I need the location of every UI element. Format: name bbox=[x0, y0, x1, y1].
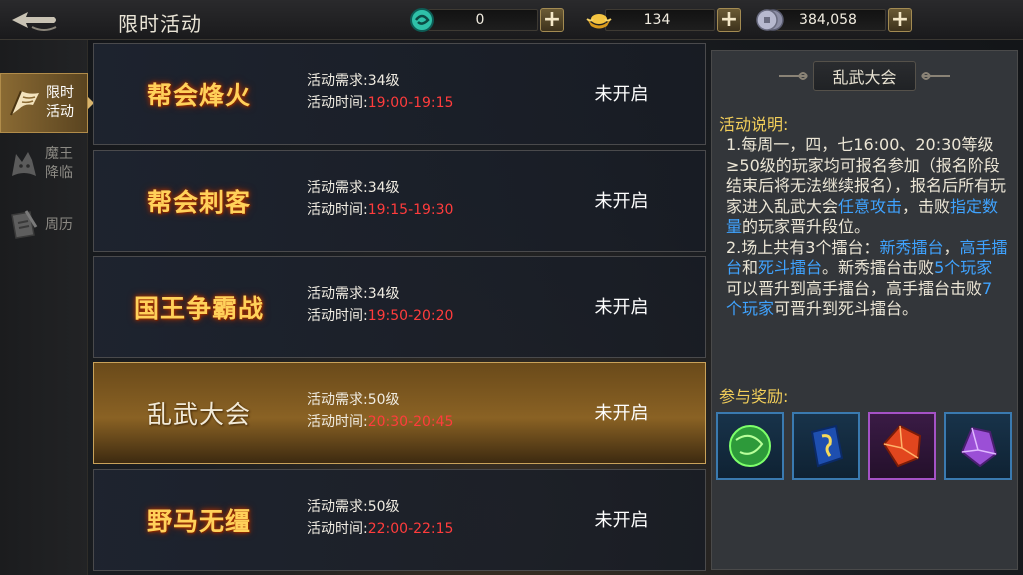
reward-slot[interactable] bbox=[716, 412, 784, 480]
jade-icon bbox=[410, 8, 434, 32]
sidebar-item-limited-events[interactable]: 限时活动 bbox=[0, 73, 94, 133]
sidebar-item-label: 限时活动 bbox=[46, 85, 74, 120]
event-row[interactable]: 帮会刺客 活动需求:34级 活动时间:19:15-19:30 未开启 bbox=[93, 150, 706, 252]
rewards-label: 参与奖励: bbox=[719, 387, 789, 406]
event-description: 1.每周一，四，七16:00、20:30等级≥50级的玩家均可报名参加（报名阶段… bbox=[726, 135, 1008, 320]
event-status: 未开启 bbox=[594, 510, 649, 531]
green-orb-icon bbox=[729, 425, 771, 467]
red-crystal-icon bbox=[882, 424, 922, 468]
add-gold-button[interactable]: + bbox=[717, 8, 741, 32]
event-row-selected[interactable]: 乱武大会 活动需求:50级 活动时间:20:30-20:45 未开启 bbox=[93, 362, 706, 464]
reward-slot[interactable] bbox=[944, 412, 1012, 480]
reward-slot[interactable] bbox=[792, 412, 860, 480]
reward-slot[interactable] bbox=[868, 412, 936, 480]
event-name: 野马无缰 bbox=[146, 507, 251, 536]
event-row[interactable]: 国王争霸战 活动需求:34级 活动时间:19:50-20:20 未开启 bbox=[93, 256, 706, 358]
event-time-label: 活动时间: bbox=[307, 521, 368, 537]
desc-highlight: 5个玩家 bbox=[934, 258, 993, 277]
sidebar-item-demon-king[interactable]: 魔王降临 bbox=[0, 134, 88, 194]
event-row[interactable]: 野马无缰 活动需求:50级 活动时间:22:00-22:15 未开启 bbox=[93, 469, 706, 571]
event-time-label: 活动时间: bbox=[307, 308, 368, 324]
description-paragraph-2: 2.场上共有3个擂台：新秀擂台，高手擂台和死斗擂台。新秀擂台击败5个玩家可以晋升… bbox=[726, 238, 1008, 320]
jade-value: 0 bbox=[428, 9, 538, 31]
gold-ingot-icon bbox=[586, 14, 612, 29]
sidebar-item-label: 魔王降临 bbox=[45, 146, 73, 181]
event-requirement: 活动需求:50级 bbox=[307, 392, 400, 408]
currency-gold: 134 + bbox=[585, 7, 741, 33]
detail-header: 乱武大会 bbox=[712, 61, 1017, 91]
desc-text: 可晋升到死斗擂台。 bbox=[774, 299, 919, 318]
wolf-icon bbox=[12, 152, 36, 176]
event-name: 乱武大会 bbox=[146, 400, 251, 429]
add-silver-button[interactable]: + bbox=[888, 8, 912, 32]
event-requirement: 活动需求:34级 bbox=[307, 73, 400, 89]
event-status: 未开启 bbox=[594, 191, 649, 212]
back-arrow-icon bbox=[12, 12, 57, 31]
event-info: 活动需求:50级 活动时间:20:30-20:45 bbox=[307, 389, 453, 433]
desc-text: 的玩家晋升段位。 bbox=[742, 217, 871, 236]
rewards-row bbox=[716, 412, 1020, 480]
purple-crystal-icon bbox=[960, 426, 998, 468]
currency-jade: 0 + bbox=[408, 7, 564, 33]
sidebar-item-label: 周历 bbox=[45, 216, 73, 233]
event-info: 活动需求:34级 活动时间:19:00-19:15 bbox=[307, 70, 453, 114]
event-time: 19:15-19:30 bbox=[367, 202, 454, 218]
event-time: 20:30-20:45 bbox=[367, 414, 454, 430]
event-name: 帮会刺客 bbox=[146, 188, 251, 217]
event-requirement: 活动需求:50级 bbox=[307, 499, 400, 515]
event-info: 活动需求:34级 活动时间:19:15-19:30 bbox=[307, 177, 453, 221]
event-info: 活动需求:50级 活动时间:22:00-22:15 bbox=[307, 496, 453, 540]
event-row[interactable]: 帮会烽火 活动需求:34级 活动时间:19:00-19:15 未开启 bbox=[93, 43, 706, 145]
event-status: 未开启 bbox=[594, 297, 649, 318]
event-time-label: 活动时间: bbox=[307, 202, 368, 218]
desc-text: 和 bbox=[742, 258, 759, 277]
event-time: 19:50-20:20 bbox=[367, 308, 454, 324]
currency-silver: 384,058 + bbox=[756, 7, 912, 33]
event-info: 活动需求:34级 活动时间:19:50-20:20 bbox=[307, 283, 453, 327]
event-detail-panel: 乱武大会 活动说明: 1.每周一，四，七16:00、20:30等级≥50级的玩家… bbox=[711, 50, 1018, 570]
event-status: 未开启 bbox=[594, 84, 649, 105]
desc-highlight: 新秀擂台 bbox=[879, 237, 944, 257]
desc-text: 2.场上共有3个擂台： bbox=[726, 237, 880, 257]
back-button[interactable] bbox=[6, 4, 62, 36]
event-requirement: 活动需求:34级 bbox=[307, 180, 400, 196]
calendar-icon bbox=[11, 210, 38, 239]
event-name: 国王争霸战 bbox=[133, 294, 264, 323]
description-label: 活动说明: bbox=[719, 115, 789, 134]
ornament-left-icon bbox=[779, 72, 809, 80]
event-time: 19:00-19:15 bbox=[367, 95, 454, 111]
event-time-label: 活动时间: bbox=[307, 414, 368, 430]
event-name: 帮会烽火 bbox=[146, 81, 251, 110]
gold-value: 134 bbox=[605, 9, 715, 31]
sidebar-item-weekly-calendar[interactable]: 周历 bbox=[0, 195, 88, 255]
add-jade-button[interactable]: + bbox=[540, 8, 564, 32]
event-status: 未开启 bbox=[594, 403, 649, 424]
event-time: 22:00-22:15 bbox=[367, 521, 454, 537]
desc-highlight: 任意攻击 bbox=[838, 196, 903, 216]
rune-stone-icon bbox=[810, 424, 844, 468]
top-bar: 限时活动 0 + 134 + 384,058 + bbox=[0, 0, 1023, 40]
desc-text: ， bbox=[943, 237, 960, 257]
desc-text: 可以晋升到高手擂台，高手擂台击败 bbox=[726, 278, 983, 298]
banner-icon bbox=[10, 90, 39, 116]
silver-coin-icon bbox=[756, 9, 784, 31]
page-title: 限时活动 bbox=[118, 12, 202, 36]
detail-title: 乱武大会 bbox=[813, 61, 916, 91]
ornament-right-icon bbox=[920, 72, 950, 80]
desc-text: 。新秀擂台击败 bbox=[822, 258, 935, 277]
silver-value: 384,058 bbox=[776, 9, 886, 31]
description-paragraph-1: 1.每周一，四，七16:00、20:30等级≥50级的玩家均可报名参加（报名阶段… bbox=[726, 135, 1008, 238]
desc-text: ，击败 bbox=[902, 196, 951, 216]
sidebar: 限时活动 魔王降临 周历 bbox=[0, 40, 94, 575]
event-requirement: 活动需求:34级 bbox=[307, 286, 400, 302]
event-time-label: 活动时间: bbox=[307, 95, 368, 111]
desc-highlight: 死斗擂台 bbox=[758, 258, 823, 277]
